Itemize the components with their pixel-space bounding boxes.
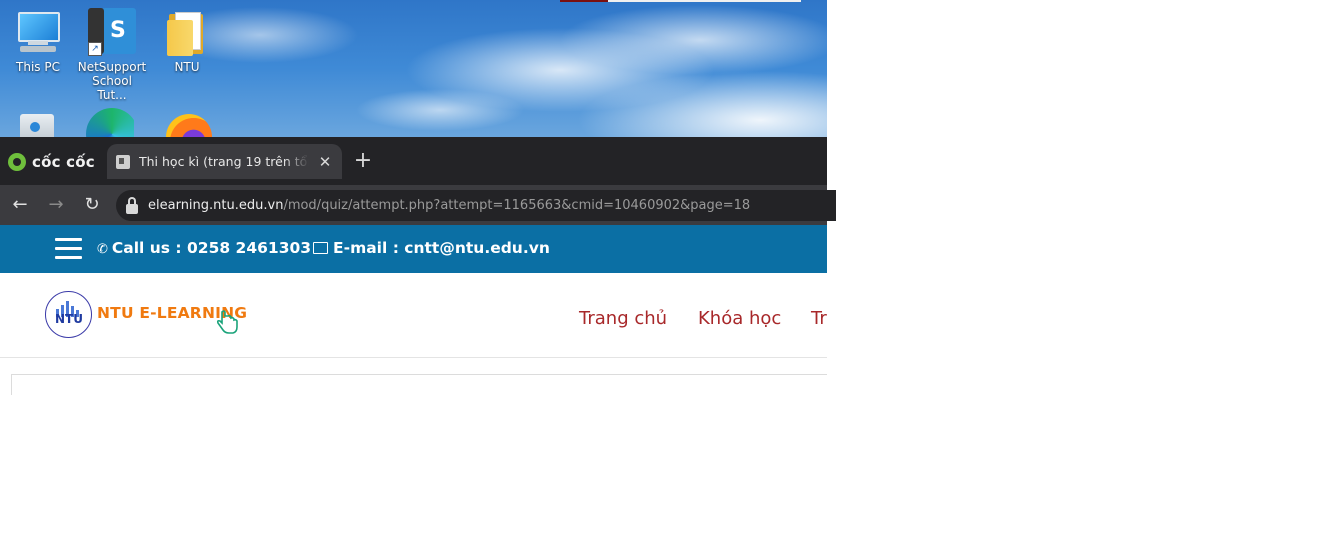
back-icon[interactable]: ← [8,193,32,217]
phone-icon: ✆ [97,242,108,257]
nav-courses[interactable]: Khóa học [698,308,781,329]
background-window-edge-light [608,0,801,2]
tab-strip: cốc cốc Thi học kì (trang 19 trên tổng s… [0,137,827,185]
folder-icon [163,8,211,56]
hamburger-menu-icon[interactable] [55,238,82,259]
lock-icon[interactable] [126,196,138,214]
desktop-wallpaper: This PC S ↗ NetSupport School Tut... NTU [0,0,827,137]
shortcut-arrow-icon: ↗ [88,42,102,56]
recycle-bin-icon[interactable] [16,108,64,137]
site-header: NTU NTU E-LEARNING Trang chủ Khóa học Tr [0,273,827,358]
netsupport-icon: S ↗ [88,8,136,56]
coccoc-logo-icon [8,153,26,171]
desktop-icon-label: NetSupport School Tut... [77,60,147,102]
pointer-hand-icon [216,310,238,334]
contact-info: ✆ Call us : 0258 2461303 E-mail : cntt@ntu… [97,239,550,257]
address-bar[interactable]: elearning.ntu.edu.vn/mod/quiz/attempt.ph… [116,190,836,221]
url-host: elearning.ntu.edu.vn [148,198,284,213]
desktop-icon-label: This PC [16,60,60,74]
tab-title: Thi học kì (trang 19 trên tổng số 20) [139,154,309,169]
browser-brand-name: cốc cốc [32,153,95,171]
contact-bar: ✆ Call us : 0258 2461303 E-mail : cntt@ntu… [0,225,827,273]
new-tab-button[interactable]: + [352,148,374,174]
edge-icon[interactable] [86,108,134,137]
nav-home[interactable]: Trang chủ [579,308,667,329]
browser-brand[interactable]: cốc cốc [8,151,95,173]
desktop-icon-ntu-folder[interactable]: NTU [151,8,223,74]
envelope-icon [313,242,329,254]
nav-item-truncated[interactable]: Tr [811,308,827,329]
logo-mark-text: NTU [55,312,83,326]
desktop-icon-this-pc[interactable]: This PC [2,8,74,74]
this-pc-icon [14,8,62,56]
web-page: ✆ Call us : 0258 2461303 E-mail : cntt@ntu… [0,225,827,395]
reload-icon[interactable]: ↻ [80,193,104,217]
desktop-icon-label: NTU [174,60,200,74]
url-text[interactable]: elearning.ntu.edu.vn/mod/quiz/attempt.ph… [148,198,750,213]
content-panel [11,374,827,395]
tab-active[interactable]: Thi học kì (trang 19 trên tổng số 20) ✕ [107,144,342,179]
tab-favicon-icon [116,154,130,169]
desktop-icon-netsupport[interactable]: S ↗ NetSupport School Tut... [76,8,148,102]
background-window-edge [560,0,608,2]
firefox-icon[interactable] [164,108,212,137]
tab-close-icon[interactable]: ✕ [317,153,333,171]
browser-toolbar: ← → ↻ elearning.ntu.edu.vn/mod/quiz/atte… [0,185,836,225]
phone-label: Call us : 0258 2461303 [111,239,312,257]
url-path: /mod/quiz/attempt.php?attempt=1165663&cm… [283,198,751,213]
email-label[interactable]: E-mail : cntt@ntu.edu.vn [333,239,550,257]
forward-icon[interactable]: → [44,193,68,217]
browser-window: cốc cốc Thi học kì (trang 19 trên tổng s… [0,137,836,225]
ntu-logo[interactable]: NTU [45,291,92,338]
